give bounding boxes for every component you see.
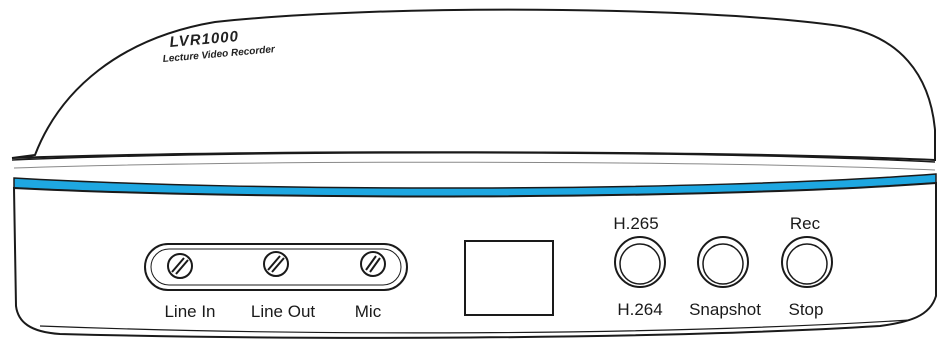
line-out-jack[interactable] <box>263 251 289 277</box>
device-diagram: LVR1000 Lecture Video Recorder Line In L… <box>11 8 937 339</box>
codec-bottom-label: H.264 <box>617 300 662 319</box>
line-out-label: Line Out <box>251 302 316 321</box>
codec-button[interactable] <box>614 236 666 288</box>
codec-top-label: H.265 <box>613 214 658 233</box>
rec-stop-button[interactable] <box>781 236 833 288</box>
line-in-jack[interactable] <box>167 253 193 279</box>
snapshot-button[interactable] <box>697 236 749 288</box>
rec-top-label: Rec <box>790 214 821 233</box>
lid-edge-inner <box>13 161 936 171</box>
stop-label: Stop <box>789 300 824 319</box>
line-in-label: Line In <box>164 302 215 321</box>
mic-label: Mic <box>355 302 382 321</box>
snapshot-label: Snapshot <box>689 300 761 319</box>
device-lid <box>11 8 936 162</box>
mic-jack[interactable] <box>360 251 386 277</box>
display-window <box>464 240 554 316</box>
